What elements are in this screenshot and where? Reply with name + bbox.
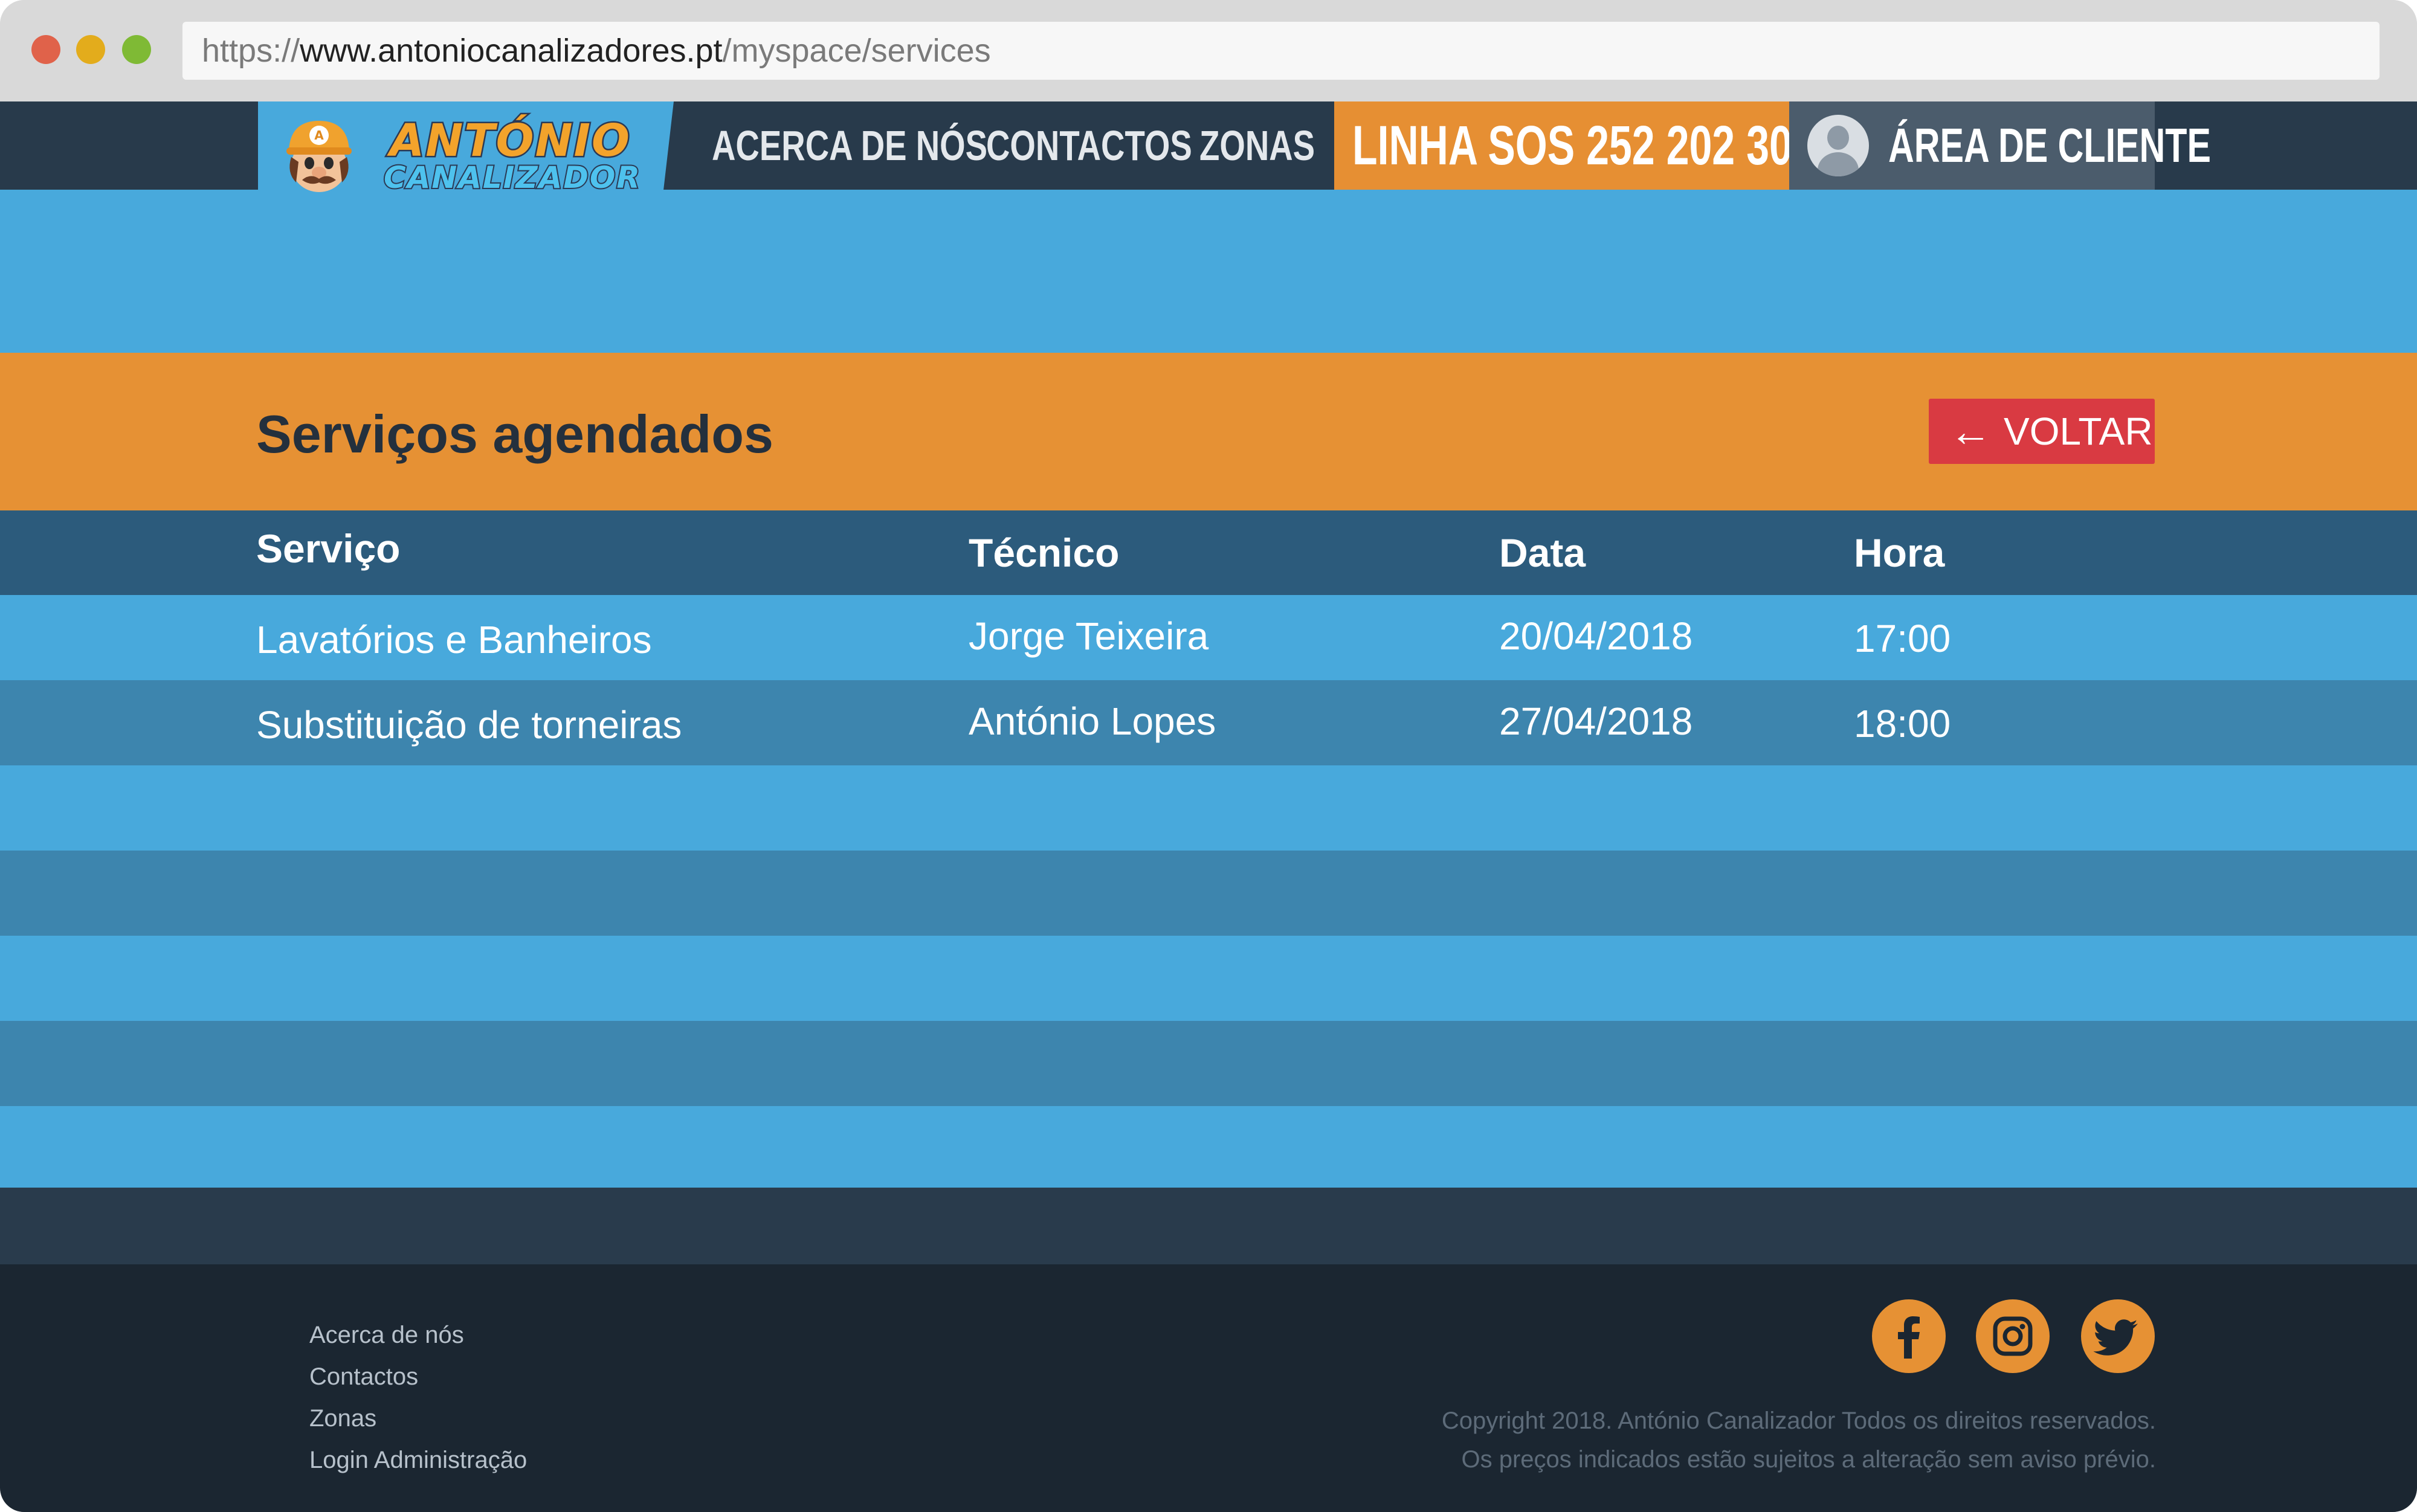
footer-link-contacts[interactable]: Contactos [309,1363,418,1391]
logo-wordmark-bottom: CANALIZADOR [382,159,641,196]
nav-zones[interactable]: ZONAS [1199,101,1315,190]
sos-hotline-button[interactable]: LINHA SOS 252 202 303 [1334,101,1815,190]
pre-footer-band [0,1188,2417,1264]
client-area-button[interactable]: ÁREA DE CLIENTE [1789,101,2211,190]
svg-text:A: A [314,128,324,143]
plumber-mascot-icon: A [286,121,352,192]
empty-table-row [0,765,2417,851]
copyright-text: Copyright 2018. António Canalizador Todo… [1441,1407,2156,1434]
price-disclaimer-text: Os preços indicados estão sujeitos a alt… [1461,1446,2156,1473]
cell-technician: Jorge Teixeira [969,614,1209,658]
empty-table-row [0,936,2417,1021]
empty-table-row [0,1021,2417,1106]
hero-banner [0,190,2417,353]
logo-wordmark-top: ANTÓNIO [389,114,631,169]
page-title: Serviços agendados [256,404,773,464]
back-button[interactable]: ← VOLTAR [1929,399,2155,464]
footer-link-about[interactable]: Acerca de nós [309,1322,464,1349]
user-avatar-icon [1807,115,1869,176]
cell-time: 18:00 [1854,702,1951,745]
instagram-icon[interactable] [1976,1299,2050,1373]
cell-service: Substituição de torneiras [256,703,682,747]
cell-date: 20/04/2018 [1499,614,1693,658]
logo-tab-tail [660,101,674,216]
address-bar[interactable]: https://www.antoniocanalizadores.pt/mysp… [182,22,2380,80]
url-path: /myspace/services [722,33,991,69]
browser-chrome: https://www.antoniocanalizadores.pt/mysp… [0,0,2417,101]
back-button-label: VOLTAR [2004,410,2153,453]
arrow-left-icon: ← [1949,408,1992,455]
facebook-icon[interactable] [1872,1299,1946,1373]
footer-link-admin-login[interactable]: Login Administração [309,1447,527,1474]
url-host: www.antoniocanalizadores.pt [300,33,723,69]
client-area-label: ÁREA DE CLIENTE [1888,118,2211,172]
maximize-window-button[interactable] [122,35,151,64]
url-prefix: https:// [202,33,300,69]
browser-window: https://www.antoniocanalizadores.pt/mysp… [0,0,2417,1512]
column-header-time: Hora [1854,530,1945,575]
empty-table-row [0,1106,2417,1188]
column-header-technician: Técnico [969,530,1120,575]
cell-technician: António Lopes [969,700,1216,743]
nav-about[interactable]: ACERCA DE NÓS [712,101,987,190]
column-header-service: Serviço [256,526,401,571]
footer-link-zones[interactable]: Zonas [309,1405,376,1432]
table-row[interactable]: Substituição de torneiras António Lopes … [0,680,2417,765]
column-header-date: Data [1499,530,1586,575]
cell-date: 27/04/2018 [1499,700,1693,743]
minimize-window-button[interactable] [76,35,105,64]
close-window-button[interactable] [31,35,60,64]
cell-service: Lavatórios e Banheiros [256,618,652,661]
empty-table-row [0,851,2417,936]
sos-hotline-label: LINHA SOS 252 202 303 [1352,115,1815,176]
cell-time: 17:00 [1854,617,1951,660]
nav-contacts[interactable]: CONTACTOS [986,101,1192,190]
twitter-icon[interactable] [2081,1299,2155,1373]
table-row[interactable]: Lavatórios e Banheiros Jorge Teixeira 20… [0,595,2417,680]
